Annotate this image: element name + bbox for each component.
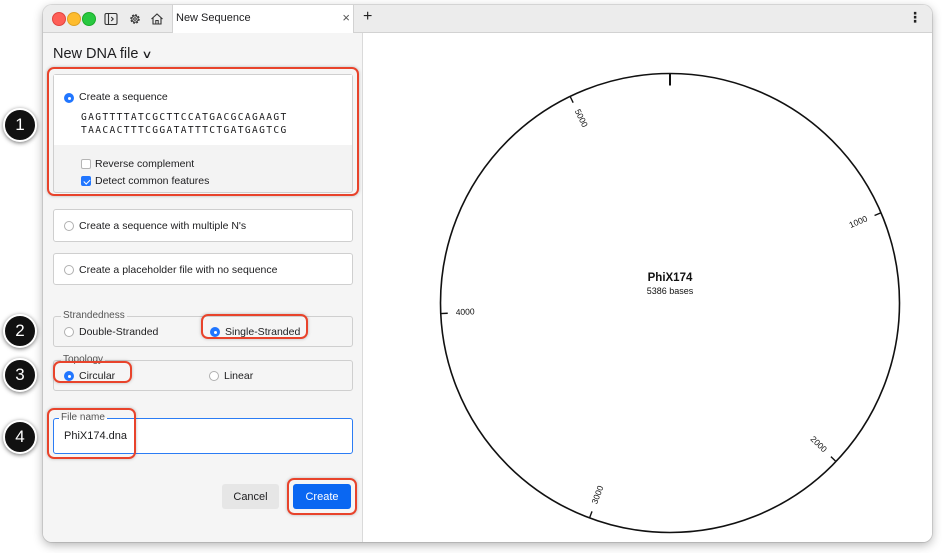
map-tick-3000 (588, 511, 593, 519)
plasmid-circle (439, 72, 901, 534)
callout-3: 3 (3, 358, 37, 392)
sequence-map-panel: 1000 2000 3000 4000 5000 PhiX174 5386 bases (363, 33, 932, 542)
chevron-down-icon: ∨ (141, 49, 154, 61)
option-multiple-n-card[interactable]: Create a sequence with multiple N's (53, 209, 353, 242)
tab-title: New Sequence (176, 12, 251, 24)
callout-4: 4 (3, 420, 37, 454)
double-stranded-label: Double-Stranded (79, 326, 159, 338)
callout-1: 1 (3, 108, 37, 142)
option-placeholder-card[interactable]: Create a placeholder file with no sequen… (53, 253, 353, 285)
tab-new-sequence[interactable]: New Sequence × (172, 5, 354, 33)
map-tick-label-5000: 5000 (573, 107, 590, 129)
minimize-window-button[interactable] (67, 12, 81, 26)
zoom-window-button[interactable] (82, 12, 96, 26)
linear-label: Linear (224, 370, 254, 382)
highlight-circular (53, 361, 132, 383)
close-window-button[interactable] (52, 12, 66, 26)
double-stranded-radio[interactable] (64, 327, 74, 337)
add-tab-button[interactable]: + (363, 8, 372, 26)
option-placeholder-radio[interactable] (64, 265, 74, 275)
more-menu-icon[interactable]: ⋮ (908, 9, 922, 26)
sidebar-toggle-icon[interactable] (102, 10, 120, 28)
file-type-label: New DNA file (53, 46, 139, 62)
highlight-file-name (47, 408, 136, 459)
option-multiple-n-radio[interactable] (64, 221, 74, 231)
option-multiple-n-label: Create a sequence with multiple N's (79, 220, 247, 232)
home-icon[interactable] (148, 10, 166, 28)
plasmid-map: 1000 2000 3000 4000 5000 PhiX174 5386 bases (439, 72, 901, 534)
option-placeholder-label: Create a placeholder file with no sequen… (79, 264, 278, 276)
highlight-create-button (287, 478, 357, 515)
cancel-button[interactable]: Cancel (222, 484, 279, 509)
sequence-name: PhiX174 (648, 272, 693, 284)
highlight-single-stranded (201, 314, 308, 339)
map-tick-label-2000: 2000 (809, 434, 830, 454)
strandedness-legend: Strandedness (61, 310, 127, 321)
linear-radio[interactable] (209, 371, 219, 381)
gear-icon[interactable] (126, 10, 144, 28)
callout-2: 2 (3, 314, 37, 348)
file-type-dropdown[interactable]: New DNA file ∨ (53, 46, 154, 62)
tab-close-icon[interactable]: × (342, 10, 350, 25)
sequence-length: 5386 bases (647, 286, 694, 296)
map-tick-label-1000: 1000 (848, 213, 870, 230)
map-tick-2000 (830, 456, 837, 463)
map-tick-label-3000: 3000 (589, 484, 605, 505)
map-tick-5000 (569, 96, 574, 103)
highlight-create-sequence (47, 67, 359, 196)
title-bar: New Sequence × + ⋮ (43, 5, 932, 33)
map-tick-label-4000: 4000 (455, 306, 475, 317)
map-tick-1000 (874, 212, 882, 217)
